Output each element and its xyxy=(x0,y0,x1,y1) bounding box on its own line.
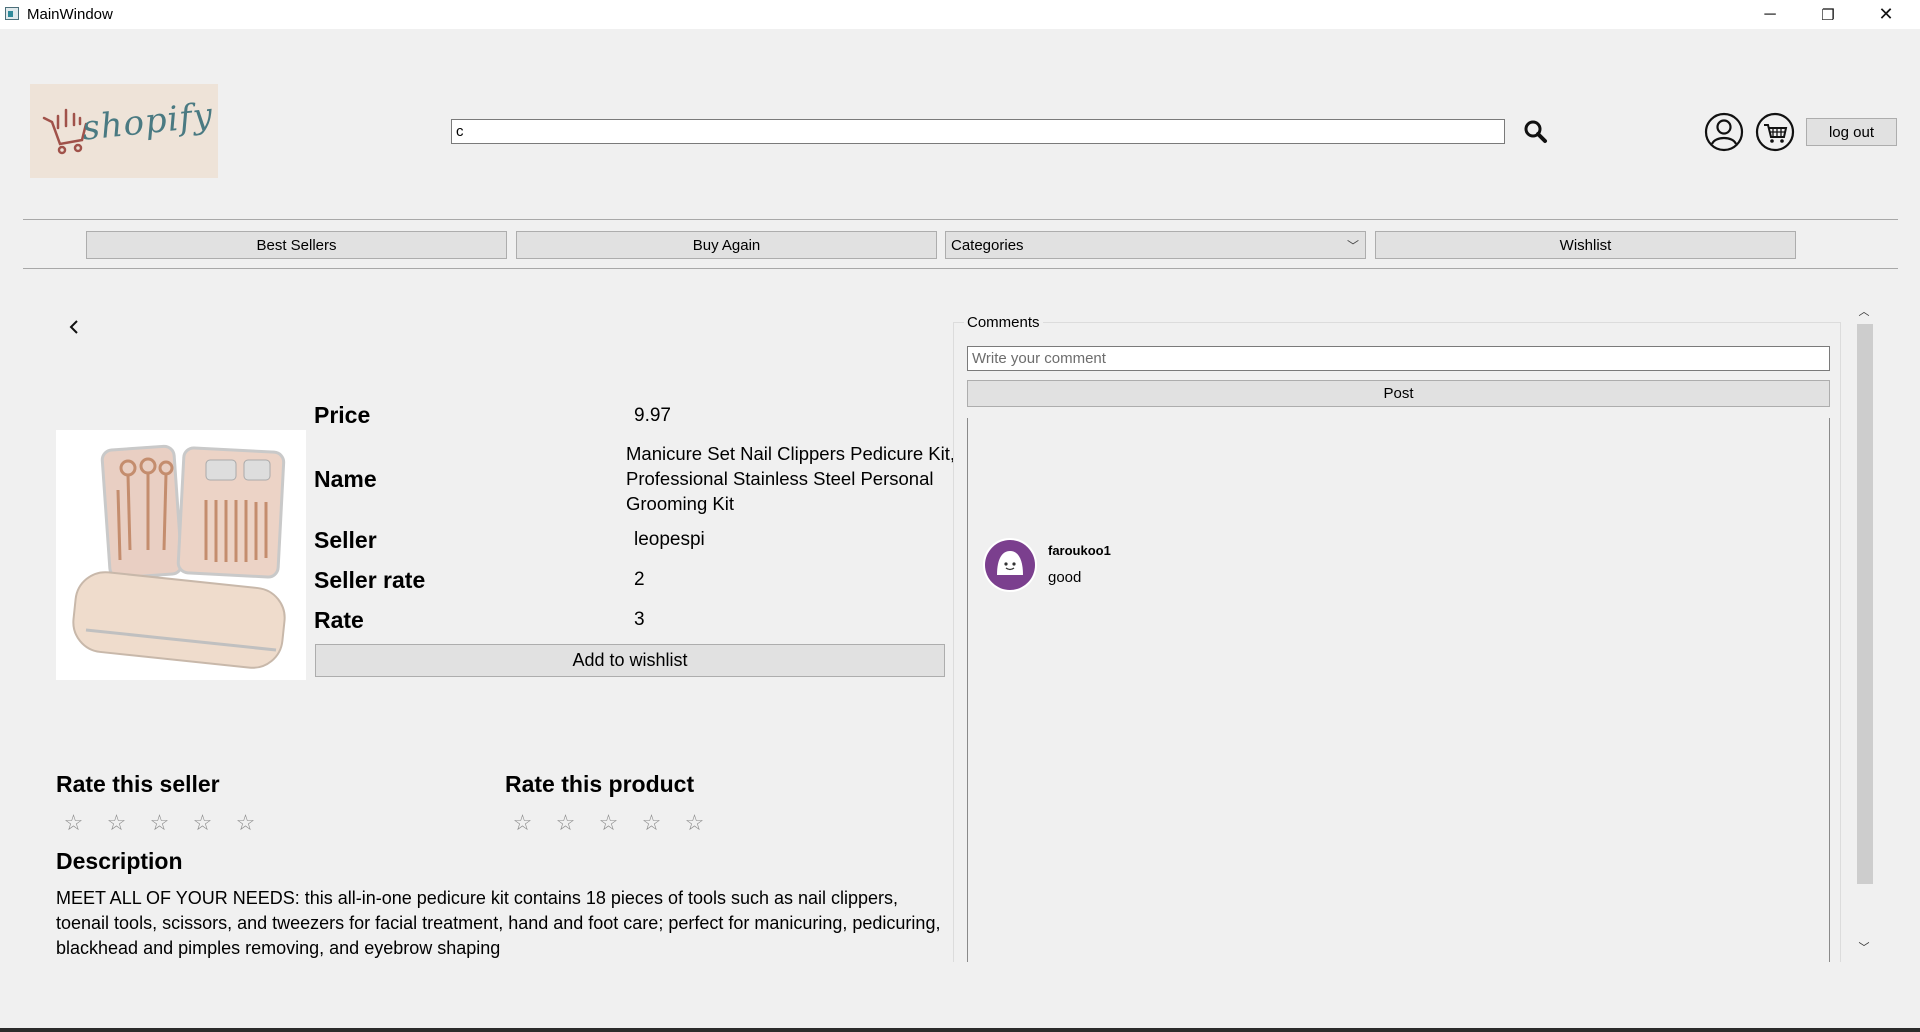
back-arrow-icon[interactable] xyxy=(64,316,86,338)
search-icon[interactable] xyxy=(1520,116,1552,148)
rate-label: Rate xyxy=(314,607,364,633)
name-label: Name xyxy=(314,466,377,492)
comment-list xyxy=(967,418,1830,962)
divider xyxy=(23,268,1898,269)
maximize-icon[interactable]: ❐ xyxy=(1799,0,1857,29)
title-bar xyxy=(0,0,1920,29)
star-icon[interactable]: ☆ xyxy=(190,810,215,836)
rate-value: 3 xyxy=(634,609,645,630)
scroll-down-icon[interactable]: ﹀ xyxy=(1856,938,1872,956)
star-icon[interactable]: ☆ xyxy=(596,810,621,836)
star-icon[interactable]: ☆ xyxy=(510,810,535,836)
avatar xyxy=(982,537,1038,593)
star-icon[interactable]: ☆ xyxy=(104,810,129,836)
window-title: MainWindow xyxy=(27,6,113,23)
shopify-logo: shopify xyxy=(30,84,218,178)
seller-rate-value: 2 xyxy=(634,569,645,590)
seller-star-rating: ☆ ☆ ☆ ☆ ☆ xyxy=(61,810,258,836)
best-sellers-button[interactable]: Best Sellers xyxy=(86,231,507,259)
scrollbar-thumb[interactable] xyxy=(1857,324,1873,884)
add-to-wishlist-button[interactable]: Add to wishlist xyxy=(315,644,945,677)
comment-input[interactable] xyxy=(967,346,1830,371)
minimize-icon[interactable]: ─ xyxy=(1741,0,1799,29)
product-image xyxy=(56,430,306,680)
chevron-down-icon: ﹀ xyxy=(1346,239,1359,253)
star-icon[interactable]: ☆ xyxy=(639,810,664,836)
rate-seller-title: Rate this seller xyxy=(56,771,220,797)
product-star-rating: ☆ ☆ ☆ ☆ ☆ xyxy=(510,810,707,836)
star-icon[interactable]: ☆ xyxy=(553,810,578,836)
star-icon[interactable]: ☆ xyxy=(233,810,258,836)
description-text: MEET ALL OF YOUR NEEDS: this all-in-one … xyxy=(56,888,941,958)
star-icon[interactable]: ☆ xyxy=(147,810,172,836)
rate-product-title: Rate this product xyxy=(505,771,695,797)
cart-icon[interactable] xyxy=(1754,111,1796,153)
seller-rate-label: Seller rate xyxy=(314,567,426,593)
divider xyxy=(23,219,1898,220)
search-input[interactable] xyxy=(451,119,1505,144)
description-title: Description xyxy=(56,848,183,874)
price-value: 9.97 xyxy=(634,405,671,426)
comments-title: Comments xyxy=(964,314,1043,331)
seller-value: leopespi xyxy=(634,529,705,550)
product-name: Manicure Set Nail Clippers Pedicure Kit,… xyxy=(626,443,956,514)
star-icon[interactable]: ☆ xyxy=(682,810,707,836)
scroll-up-icon[interactable]: ︿ xyxy=(1856,302,1872,320)
comment-username: faroukoo1 xyxy=(1048,543,1111,558)
wishlist-button[interactable]: Wishlist xyxy=(1375,231,1796,259)
price-label: Price xyxy=(314,402,371,428)
categories-label: Categories xyxy=(951,236,1024,254)
post-button[interactable]: Post xyxy=(967,380,1830,407)
seller-label: Seller xyxy=(314,527,377,553)
app-icon xyxy=(5,7,19,20)
comment-text: good xyxy=(1048,569,1082,586)
logout-button[interactable]: log out xyxy=(1806,118,1897,146)
categories-dropdown[interactable]: Categories ﹀ xyxy=(945,231,1366,259)
star-icon[interactable]: ☆ xyxy=(61,810,86,836)
buy-again-button[interactable]: Buy Again xyxy=(516,231,937,259)
taskbar-edge xyxy=(0,1028,1920,1032)
close-icon[interactable]: ✕ xyxy=(1857,0,1915,29)
user-circle-icon[interactable] xyxy=(1703,111,1745,153)
